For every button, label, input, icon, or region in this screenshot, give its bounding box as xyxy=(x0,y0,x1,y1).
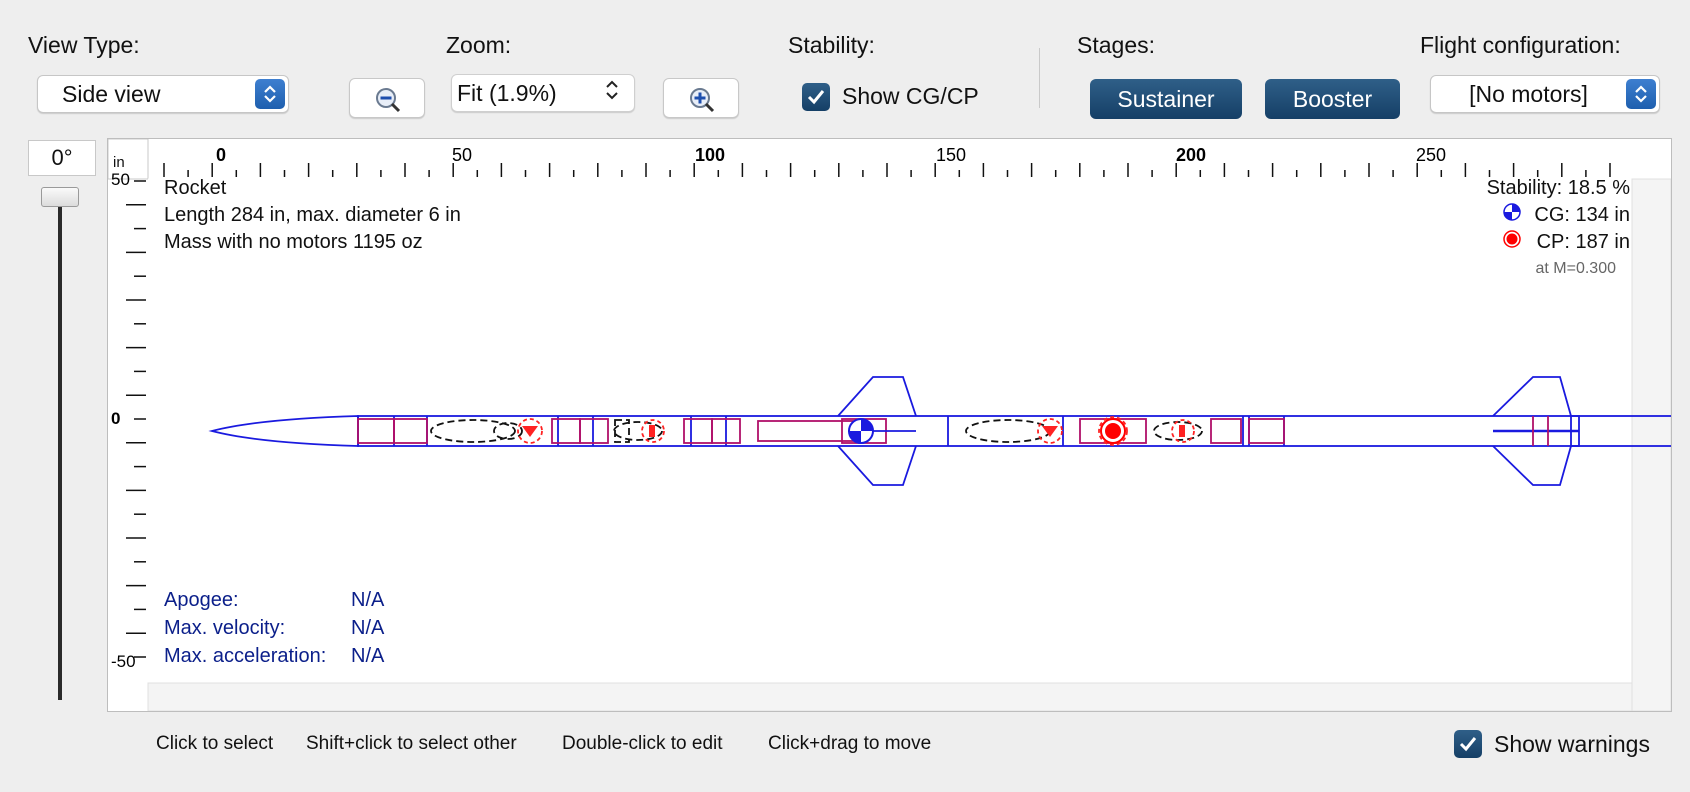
hint-click-drag: Click+drag to move xyxy=(768,733,932,754)
ruler-left-label: 50 xyxy=(111,170,130,189)
stages-label: Stages: xyxy=(1077,32,1155,58)
ruler-left-label: -50 xyxy=(111,652,136,671)
flight-config-label: Flight configuration: xyxy=(1420,32,1621,58)
hint-double-click: Double-click to edit xyxy=(562,733,723,754)
hint-shift-click: Shift+click to select other xyxy=(306,733,517,754)
rotation-slider-handle[interactable] xyxy=(41,187,79,207)
horizontal-scrollbar[interactable] xyxy=(147,682,1633,711)
vertical-scrollbar[interactable] xyxy=(1631,178,1671,711)
max-acceleration-value: N/A xyxy=(351,645,385,667)
apogee-label: Apogee: xyxy=(164,589,239,611)
checkmark-icon xyxy=(807,90,825,105)
chevron-up-down-icon xyxy=(1626,79,1656,109)
toolbar-divider xyxy=(1039,48,1040,108)
hint-click-select: Click to select xyxy=(156,733,274,754)
rotation-slider-track[interactable] xyxy=(58,195,62,700)
cg-legend-icon xyxy=(1503,203,1521,221)
max-velocity-value: N/A xyxy=(351,617,385,639)
ruler-top-label: 150 xyxy=(936,145,966,165)
cg-value: CG: 134 in xyxy=(1534,204,1630,226)
mach-info: at M=0.300 xyxy=(1535,260,1617,277)
flight-config-value: [No motors] xyxy=(1469,80,1588,107)
cg-marker xyxy=(848,418,874,444)
view-type-label: View Type: xyxy=(28,32,140,58)
rocket-mass-info: Mass with no motors 1195 oz xyxy=(164,231,423,253)
show-warnings-label[interactable]: Show warnings xyxy=(1494,731,1650,758)
nose-cone[interactable] xyxy=(208,415,359,447)
view-type-select[interactable]: Side view xyxy=(37,75,289,113)
chevron-up-down-icon xyxy=(604,78,628,108)
zoom-out-button[interactable] xyxy=(349,78,425,118)
ruler-top-label: 100 xyxy=(695,145,725,165)
max-acceleration-label: Max. acceleration: xyxy=(164,645,327,667)
zoom-in-button[interactable] xyxy=(663,78,739,118)
rocket-drawing[interactable] xyxy=(208,376,1671,486)
stage-booster-button[interactable]: Booster xyxy=(1265,79,1400,119)
ruler-left-label: 0 xyxy=(111,409,120,428)
rotation-angle: 0° xyxy=(28,140,96,176)
chevron-up-down-icon xyxy=(255,79,285,109)
apogee-value: N/A xyxy=(351,589,385,611)
cp-marker xyxy=(1100,418,1126,444)
ruler-top-label: 200 xyxy=(1176,145,1206,165)
cp-legend-icon xyxy=(1503,230,1521,248)
zoom-out-icon xyxy=(376,88,401,113)
recovery-components xyxy=(430,419,1203,443)
stability-value: Stability: 18.5 % xyxy=(1486,177,1630,199)
zoom-label: Zoom: xyxy=(446,32,512,58)
ruler-top-label: 0 xyxy=(216,145,226,165)
top-ruler xyxy=(163,163,1611,177)
stage-sustainer-button[interactable]: Sustainer xyxy=(1090,79,1242,119)
checkmark-icon xyxy=(1459,737,1477,752)
zoom-value: Fit (1.9%) xyxy=(457,79,557,106)
sustainer-fin-lower[interactable] xyxy=(837,445,917,486)
left-ruler xyxy=(126,180,146,658)
booster-fin-upper[interactable] xyxy=(1492,376,1572,417)
show-warnings-checkbox[interactable] xyxy=(1454,730,1482,758)
zoom-in-icon xyxy=(690,88,715,113)
max-velocity-label: Max. velocity: xyxy=(164,617,286,639)
ruler-top-label: 250 xyxy=(1416,145,1446,165)
rocket-name: Rocket xyxy=(164,177,227,199)
sustainer-fin-upper[interactable] xyxy=(837,376,917,417)
show-cgcp-checkbox[interactable] xyxy=(802,83,830,111)
rocket-figure-canvas[interactable]: in 0 50 100 150 200 250 50 0 -50 Rocket … xyxy=(107,138,1672,712)
view-type-value: Side view xyxy=(62,80,161,107)
ruler-unit: in xyxy=(113,154,125,171)
ruler-top-label: 50 xyxy=(452,145,472,165)
rocket-length-info: Length 284 in, max. diameter 6 in xyxy=(164,204,461,226)
booster-fin-lower[interactable] xyxy=(1492,445,1572,486)
cp-value: CP: 187 in xyxy=(1536,231,1630,253)
show-cgcp-label[interactable]: Show CG/CP xyxy=(842,83,979,110)
flight-config-select[interactable]: [No motors] xyxy=(1430,75,1660,113)
stability-label: Stability: xyxy=(788,32,875,58)
zoom-select[interactable]: Fit (1.9%) xyxy=(451,74,635,112)
